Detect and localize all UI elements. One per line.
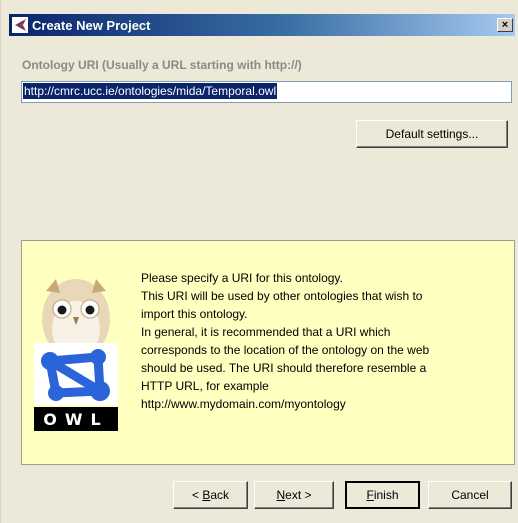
close-icon[interactable]: × xyxy=(497,18,513,32)
cancel-button[interactable]: Cancel xyxy=(428,481,512,509)
info-line: corresponds to the location of the ontol… xyxy=(141,343,430,357)
ontology-uri-value: http://cmrc.ucc.ie/ontologies/mida/Tempo… xyxy=(23,83,278,99)
finish-mnemonic: F xyxy=(366,488,374,502)
next-label: ext > xyxy=(285,488,312,502)
back-prefix: < xyxy=(191,488,203,502)
protege-app-icon xyxy=(11,16,29,34)
info-line: import this ontology. xyxy=(141,307,248,321)
ontology-uri-label: Ontology URI (Usually a URL starting wit… xyxy=(22,58,302,72)
next-button[interactable]: Next > xyxy=(254,481,334,509)
finish-label: inish xyxy=(373,488,399,502)
owl-logo: OWL xyxy=(28,269,124,437)
info-line: HTTP URL, for example xyxy=(141,379,269,393)
next-mnemonic: N xyxy=(276,488,286,502)
info-line: http://www.mydomain.com/myontology xyxy=(141,397,346,411)
info-panel: OWL Please specify a URI for this ontolo… xyxy=(21,240,515,465)
info-line: This URI will be used by other ontologie… xyxy=(141,289,423,303)
back-label: ack xyxy=(210,488,230,502)
window-title: Create New Project xyxy=(32,17,151,33)
ontology-uri-input[interactable]: http://cmrc.ucc.ie/ontologies/mida/Tempo… xyxy=(21,81,512,103)
finish-button[interactable]: Finish xyxy=(345,481,420,509)
owl-logo-graphic: OWL xyxy=(34,279,118,431)
back-mnemonic: B xyxy=(202,488,211,502)
info-line: In general, it is recommended that a URI… xyxy=(141,325,391,339)
back-button[interactable]: < Back xyxy=(173,481,248,509)
title-bar[interactable]: Create New Project × xyxy=(9,14,515,36)
info-text: Please specify a URI for this ontology. … xyxy=(141,269,511,413)
create-project-dialog: Create New Project × Ontology URI (Usual… xyxy=(0,0,518,523)
default-settings-button[interactable]: Default settings... xyxy=(356,120,508,148)
owl-logo-text: OWL xyxy=(43,410,108,429)
info-line: should be used. The URI should therefore… xyxy=(141,361,427,375)
info-line: Please specify a URI for this ontology. xyxy=(141,271,343,285)
